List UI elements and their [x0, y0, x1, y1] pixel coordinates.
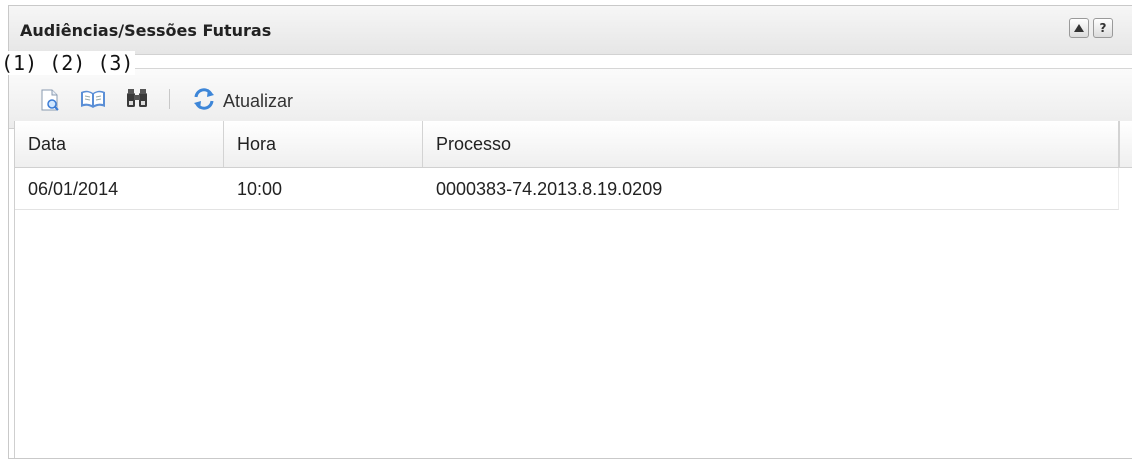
grid-header-filler	[1119, 121, 1132, 168]
cell-data: 06/01/2014	[28, 179, 119, 199]
refresh-button[interactable]	[191, 86, 217, 116]
binoculars-icon	[127, 89, 147, 107]
column-header-hora[interactable]: Hora	[224, 121, 423, 167]
cell-processo: 0000383-74.2013.8.19.0209	[436, 179, 663, 199]
table-row[interactable]: 06/01/2014 10:00 0000383-74.2013.8.19.02…	[15, 168, 1119, 210]
refresh-icon	[194, 88, 214, 110]
column-header-data[interactable]: Data	[15, 121, 224, 167]
panel-title: Audiências/Sessões Futuras	[20, 21, 272, 40]
callout-numbers: (1) (2) (3)	[1, 51, 136, 75]
help-label: ?	[1099, 21, 1107, 35]
view-document-button[interactable]	[39, 89, 61, 115]
grid-header: Data Hora Processo	[15, 121, 1119, 168]
search-button[interactable]	[125, 89, 149, 113]
toolbar: Atualizar	[9, 68, 1132, 129]
document-search-icon	[41, 89, 59, 111]
panel-header: Audiências/Sessões Futuras ?	[9, 6, 1132, 55]
column-header-processo[interactable]: Processo	[423, 121, 1119, 167]
caret-up-icon	[1074, 24, 1084, 32]
toolbar-separator	[169, 89, 170, 109]
help-button[interactable]: ?	[1093, 18, 1113, 38]
refresh-label[interactable]: Atualizar	[223, 91, 293, 112]
open-book-icon	[81, 90, 105, 108]
open-book-button[interactable]	[80, 89, 106, 113]
cell-hora: 10:00	[237, 179, 283, 199]
hearings-grid: Data Hora Processo 06/01/2014 10:00 0000…	[14, 121, 1132, 458]
collapse-button[interactable]	[1069, 18, 1089, 38]
